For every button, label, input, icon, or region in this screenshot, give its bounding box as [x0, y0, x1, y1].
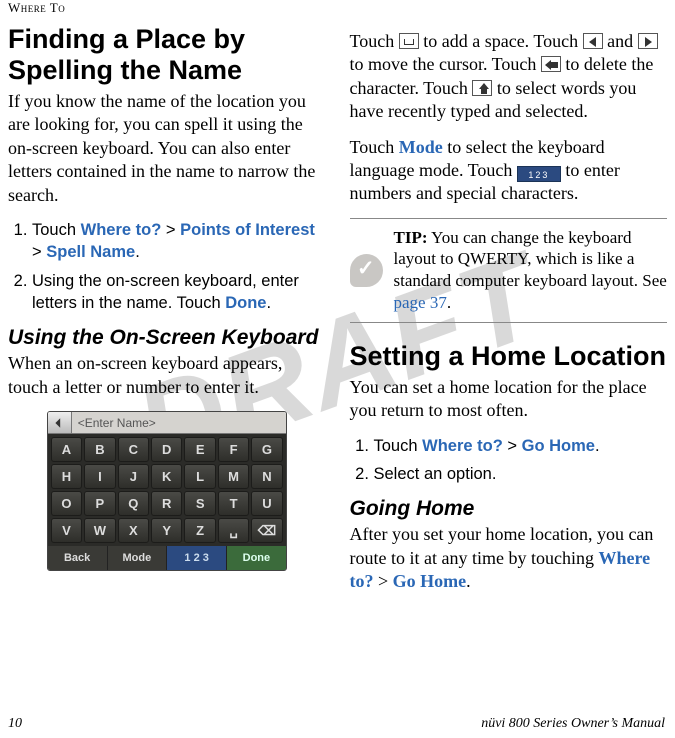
link-spell-name: Spell Name [46, 243, 135, 261]
kb-key[interactable]: I [84, 464, 115, 489]
kb-key[interactable]: E [184, 437, 215, 462]
kb-key[interactable]: N [251, 464, 282, 489]
step-1: Touch Where to? > Points of Interest > S… [32, 219, 326, 264]
para-mode: Touch Mode to select the keyboard langua… [350, 136, 668, 206]
link-where-to: Where to? [81, 221, 162, 239]
arrow-right-icon [638, 33, 658, 49]
intro-paragraph: If you know the name of the location you… [8, 90, 326, 207]
step-1b: Touch Where to? > Go Home. [374, 435, 668, 457]
steps-list: Touch Where to? > Points of Interest > S… [8, 219, 326, 314]
step-2: Using the on-screen keyboard, enter lett… [32, 270, 326, 315]
kb-key[interactable]: U [251, 491, 282, 516]
kb-btn-123[interactable]: 1 2 3 [167, 546, 227, 570]
kb-key[interactable]: A [51, 437, 82, 462]
para-touch-icons: Touch to add a space. Touch and to move … [350, 30, 668, 124]
link-where-to-2: Where to? [422, 437, 503, 455]
subhead-using-keyboard: Using the On-Screen Keyboard [8, 326, 326, 350]
kb-key-space[interactable]: ␣ [218, 518, 249, 543]
page-footer: 10 nüvi 800 Series Owner’s Manual [8, 716, 665, 732]
tip-box: TIP: You can change the keyboard layout … [350, 218, 668, 323]
kb-btn-mode[interactable]: Mode [108, 546, 168, 570]
recent-words-icon [472, 80, 492, 96]
kb-key[interactable]: Q [118, 491, 149, 516]
kb-key[interactable]: K [151, 464, 182, 489]
link-go-home: Go Home [522, 437, 595, 455]
section-title-finding: Finding a Place by Spelling the Name [8, 24, 326, 86]
kb-key[interactable]: C [118, 437, 149, 462]
kb-back-icon[interactable] [48, 412, 72, 433]
kb-key[interactable]: V [51, 518, 82, 543]
kb-key[interactable]: T [218, 491, 249, 516]
kb-key[interactable]: D [151, 437, 182, 462]
kb-btn-back[interactable]: Back [48, 546, 108, 570]
tip-text: TIP: You can change the keyboard layout … [394, 227, 668, 314]
subhead-body: When an on-screen keyboard appears, touc… [8, 352, 326, 399]
kb-btn-done[interactable]: Done [227, 546, 286, 570]
home-intro: You can set a home location for the plac… [350, 376, 668, 423]
kb-key[interactable]: W [84, 518, 115, 543]
going-home-body: After you set your home location, you ca… [350, 523, 668, 593]
left-column: Finding a Place by Spelling the Name If … [8, 24, 326, 605]
kb-key[interactable]: B [84, 437, 115, 462]
onscreen-keyboard: <Enter Name> A B C D E F G H I [47, 411, 287, 571]
kb-key-backspace[interactable]: ⌫ [251, 518, 282, 543]
kb-key[interactable]: O [51, 491, 82, 516]
page-number: 10 [8, 716, 22, 732]
backspace-icon [541, 56, 561, 72]
kb-key[interactable]: J [118, 464, 149, 489]
kb-key[interactable]: L [184, 464, 215, 489]
kb-rows: A B C D E F G H I J K L M [48, 434, 286, 546]
arrow-left-icon [583, 33, 603, 49]
section-title-home: Setting a Home Location [350, 341, 668, 372]
tip-icon [350, 227, 384, 314]
link-done: Done [225, 294, 266, 312]
kb-key[interactable]: Y [151, 518, 182, 543]
ref-page-37: page 37 [394, 293, 447, 312]
running-header: Where To [8, 0, 667, 16]
kb-key[interactable]: G [251, 437, 282, 462]
kb-key[interactable]: F [218, 437, 249, 462]
step-2b: Select an option. [374, 463, 668, 485]
space-icon [399, 33, 419, 49]
kb-key[interactable]: Z [184, 518, 215, 543]
subhead-going-home: Going Home [350, 497, 668, 521]
kb-input-field[interactable]: <Enter Name> [72, 416, 286, 430]
kb-key[interactable]: S [184, 491, 215, 516]
kb-key[interactable]: P [84, 491, 115, 516]
mode-link: Mode [399, 137, 443, 157]
kb-key[interactable]: R [151, 491, 182, 516]
link-go-home-2: Go Home [393, 571, 467, 591]
right-column: Touch to add a space. Touch and to move … [350, 24, 668, 605]
steps-list-2: Touch Where to? > Go Home. Select an opt… [350, 435, 668, 486]
123-icon: 123 [517, 166, 561, 182]
kb-key[interactable]: M [218, 464, 249, 489]
kb-key[interactable]: X [118, 518, 149, 543]
manual-title: nüvi 800 Series Owner’s Manual [481, 716, 665, 732]
kb-key[interactable]: H [51, 464, 82, 489]
link-poi: Points of Interest [180, 221, 315, 239]
